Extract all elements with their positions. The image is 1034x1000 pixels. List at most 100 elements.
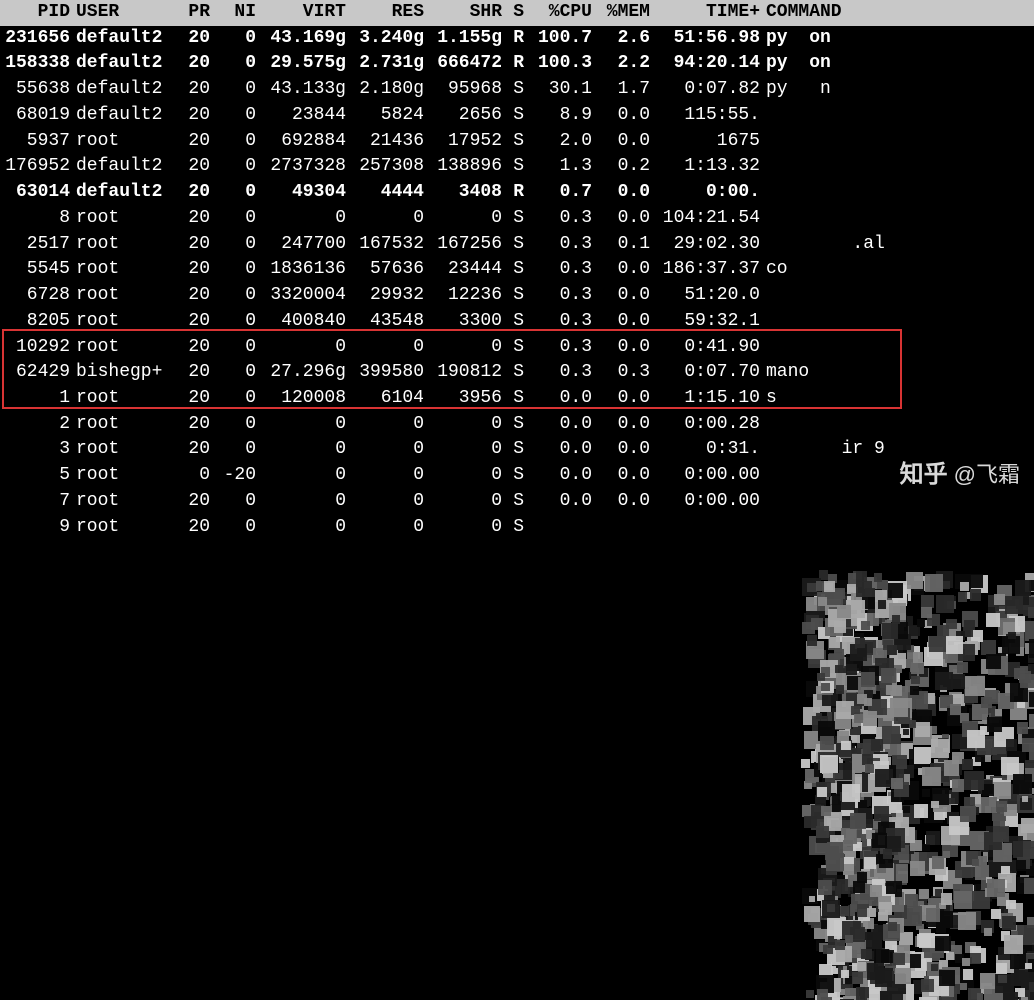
table-row: 1root20012000861043956S0.00.01:15.10s <box>0 386 1034 412</box>
cell-shr: 666472 <box>424 51 502 77</box>
cell-user: root <box>70 515 170 541</box>
table-row: 5545root20018361365763623444S0.30.0186:3… <box>0 257 1034 283</box>
cell-pid: 158338 <box>0 51 70 77</box>
cell-virt: 29.575g <box>256 51 346 77</box>
cell-pid: 63014 <box>0 180 70 206</box>
cell-time: 59:32.1 <box>650 309 760 335</box>
cell-pr: 20 <box>170 51 210 77</box>
cell-res: 167532 <box>346 232 424 258</box>
cell-pr: 20 <box>170 103 210 129</box>
cell-cpu: 0.3 <box>524 309 592 335</box>
cell-cpu: 0.3 <box>524 283 592 309</box>
table-row: 2517root200247700167532167256S0.30.129:0… <box>0 232 1034 258</box>
cell-virt: 692884 <box>256 129 346 155</box>
cell-virt: 1836136 <box>256 257 346 283</box>
cell-user: root <box>70 206 170 232</box>
cell-ni: 0 <box>210 51 256 77</box>
cell-user: default2 <box>70 51 170 77</box>
cell-pid: 5937 <box>0 129 70 155</box>
cell-res: 29932 <box>346 283 424 309</box>
cell-cmd <box>760 180 1034 206</box>
cell-cmd <box>760 489 1034 515</box>
cell-virt: 247700 <box>256 232 346 258</box>
cell-s: S <box>502 360 524 386</box>
table-row: 231656default220043.169g3.240g1.155gR100… <box>0 26 1034 52</box>
cell-pid: 1 <box>0 386 70 412</box>
cell-ni: 0 <box>210 437 256 463</box>
cell-s: S <box>502 386 524 412</box>
cell-pr: 20 <box>170 206 210 232</box>
cell-cpu: 8.9 <box>524 103 592 129</box>
cell-shr: 0 <box>424 515 502 541</box>
cell-shr: 2656 <box>424 103 502 129</box>
cell-res: 57636 <box>346 257 424 283</box>
cell-pr: 0 <box>170 463 210 489</box>
cell-cpu: 0.7 <box>524 180 592 206</box>
cell-virt: 0 <box>256 206 346 232</box>
cell-user: bishegp+ <box>70 360 170 386</box>
header-cpu: %CPU <box>524 0 592 26</box>
cell-pr: 20 <box>170 489 210 515</box>
header-user: USER <box>70 0 170 26</box>
cell-mem: 0.0 <box>592 180 650 206</box>
cell-pid: 3 <box>0 437 70 463</box>
cell-res: 4444 <box>346 180 424 206</box>
cell-s: S <box>502 206 524 232</box>
cell-s: S <box>502 283 524 309</box>
cell-mem: 0.3 <box>592 360 650 386</box>
cell-ni: 0 <box>210 335 256 361</box>
header-virt: VIRT <box>256 0 346 26</box>
cell-mem: 2.6 <box>592 26 650 52</box>
cell-cmd: py n <box>760 77 1034 103</box>
cell-virt: 43.133g <box>256 77 346 103</box>
cell-pid: 231656 <box>0 26 70 52</box>
cell-cmd <box>760 515 1034 541</box>
cell-pr: 20 <box>170 309 210 335</box>
cell-pr: 20 <box>170 77 210 103</box>
cell-s: S <box>502 154 524 180</box>
cell-virt: 2737328 <box>256 154 346 180</box>
cell-s: S <box>502 309 524 335</box>
cell-cpu: 30.1 <box>524 77 592 103</box>
cell-pr: 20 <box>170 257 210 283</box>
cell-time: 0:00. <box>650 180 760 206</box>
cell-virt: 0 <box>256 489 346 515</box>
cell-s: S <box>502 489 524 515</box>
cell-pr: 20 <box>170 335 210 361</box>
cell-mem <box>592 515 650 541</box>
cell-virt: 27.296g <box>256 360 346 386</box>
cell-pid: 9 <box>0 515 70 541</box>
cell-pid: 2517 <box>0 232 70 258</box>
cell-time: 1675 <box>650 129 760 155</box>
cell-res: 0 <box>346 412 424 438</box>
cell-cpu: 0.0 <box>524 489 592 515</box>
header-cmd: COMMAND <box>760 0 1034 26</box>
cell-ni: 0 <box>210 515 256 541</box>
cell-time: 29:02.30 <box>650 232 760 258</box>
header-mem: %MEM <box>592 0 650 26</box>
cell-pr: 20 <box>170 26 210 52</box>
cell-cmd: s <box>760 386 1034 412</box>
cell-mem: 0.1 <box>592 232 650 258</box>
cell-res: 0 <box>346 515 424 541</box>
cell-user: root <box>70 309 170 335</box>
cell-mem: 0.2 <box>592 154 650 180</box>
table-row: 5937root2006928842143617952S2.00.01675 <box>0 129 1034 155</box>
cell-res: 257308 <box>346 154 424 180</box>
cell-res: 2.731g <box>346 51 424 77</box>
table-row: 5root0-20000S0.00.00:00.00 <box>0 463 1034 489</box>
cell-cmd <box>760 103 1034 129</box>
header-time: TIME+ <box>650 0 760 26</box>
cell-mem: 0.0 <box>592 309 650 335</box>
cell-ni: 0 <box>210 232 256 258</box>
cell-res: 0 <box>346 489 424 515</box>
header-ni: NI <box>210 0 256 26</box>
cell-shr: 3300 <box>424 309 502 335</box>
cell-s: S <box>502 412 524 438</box>
cell-pr: 20 <box>170 129 210 155</box>
cell-shr: 17952 <box>424 129 502 155</box>
cell-ni: 0 <box>210 129 256 155</box>
cell-cpu: 1.3 <box>524 154 592 180</box>
cell-pid: 10292 <box>0 335 70 361</box>
cell-cpu: 2.0 <box>524 129 592 155</box>
